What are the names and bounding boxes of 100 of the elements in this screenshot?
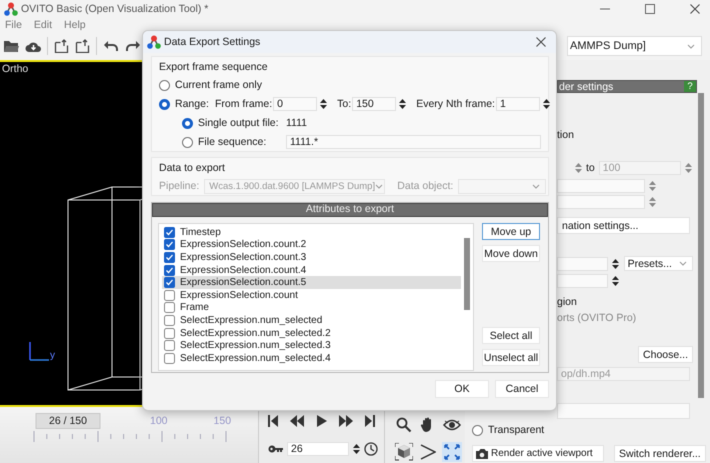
radio-button[interactable] [182, 136, 193, 148]
checkbox[interactable] [164, 302, 175, 314]
checkbox[interactable] [164, 252, 175, 263]
list-item[interactable]: SelectExpression.num_selected.2 [162, 326, 461, 340]
radio-button[interactable] [182, 118, 193, 128]
switch-renderer-button[interactable]: Switch renderer... [614, 445, 706, 462]
from-frame-field[interactable]: 0 [273, 97, 318, 111]
tick-label: 150 [214, 415, 232, 427]
list-button[interactable]: Move down [482, 245, 540, 262]
list-item[interactable]: SelectExpression.num_selected.3 [162, 339, 461, 352]
cloud-download-icon[interactable] [25, 40, 41, 52]
text-field[interactable] [557, 256, 608, 270]
spin-buttons[interactable] [542, 98, 550, 110]
list-button[interactable]: Select all [482, 327, 540, 344]
to-frame-field[interactable]: 150 [352, 97, 396, 111]
radio-option[interactable]: File sequence: [182, 136, 286, 148]
play-icon[interactable] [316, 414, 327, 426]
spin-buttons[interactable] [612, 275, 619, 287]
option-note: orts (OVITO Pro) [557, 312, 636, 324]
tick-label: 100 [150, 415, 168, 427]
radio-option[interactable]: Current frame only [159, 79, 262, 91]
text-field[interactable] [557, 195, 645, 209]
animation-settings-button[interactable]: nation settings... [557, 217, 690, 234]
spin-buttons[interactable] [612, 258, 619, 270]
checkbox[interactable] [164, 239, 175, 250]
fast-forward-icon[interactable] [339, 414, 353, 426]
first-frame-icon[interactable] [268, 414, 278, 426]
maximize-viewport-icon[interactable] [442, 442, 462, 462]
rewind-icon[interactable] [290, 414, 304, 426]
menu-item[interactable]: File [5, 18, 22, 30]
perspective-icon[interactable] [420, 444, 436, 460]
list-item[interactable]: ExpressionSelection.count.3 [162, 251, 461, 264]
list-item[interactable]: ExpressionSelection.count.2 [162, 238, 461, 252]
close-icon[interactable] [536, 37, 546, 47]
text-field[interactable] [557, 403, 690, 419]
spin-buttons[interactable] [353, 442, 360, 454]
viewport-caption[interactable]: Ortho [2, 63, 28, 75]
menu-item[interactable]: Edit [34, 18, 52, 30]
last-frame-icon[interactable] [365, 414, 375, 426]
chevron-down-icon [532, 184, 540, 188]
frame-field[interactable]: 26 [287, 442, 349, 456]
radio-button[interactable] [159, 98, 170, 110]
radio-button[interactable] [472, 424, 483, 436]
list-item[interactable]: SelectExpression.num_selected [162, 314, 461, 327]
group-title: Export frame sequence [159, 61, 269, 73]
list-item[interactable]: SelectExpression.num_selected.4 [162, 352, 461, 365]
file-name: 1111 [286, 117, 308, 129]
folder-icon[interactable] [3, 39, 19, 53]
section-label: tion [557, 129, 574, 141]
spin-buttons[interactable] [399, 98, 406, 110]
checkbox[interactable] [164, 314, 175, 326]
nth-frame-field[interactable]: 1 [496, 97, 540, 111]
render-button[interactable]: Render active viewport [472, 445, 604, 462]
checkbox[interactable] [164, 290, 175, 301]
redo-icon[interactable] [125, 40, 141, 52]
list-item[interactable]: ExpressionSelection.count [162, 288, 461, 302]
checkbox[interactable] [164, 352, 175, 364]
pipeline-dropdown[interactable]: AMMPS Dump] [567, 36, 702, 56]
camera-icon [476, 448, 488, 459]
checkbox[interactable] [164, 226, 175, 238]
timeline-thumb[interactable]: 26 / 150 [36, 413, 101, 429]
list-item[interactable]: ExpressionSelection.count.5 [162, 276, 461, 289]
key-icon[interactable] [268, 444, 283, 454]
checkbox[interactable] [164, 277, 175, 288]
search-icon[interactable] [396, 416, 412, 432]
scrollbar[interactable] [698, 93, 704, 398]
list-button[interactable]: Move up [482, 223, 540, 240]
list-item[interactable]: Frame [162, 302, 461, 314]
radio-button[interactable] [159, 80, 170, 90]
spin-buttons[interactable] [320, 98, 328, 110]
radio-option[interactable]: Range: [159, 98, 215, 110]
app-logo-icon [147, 35, 161, 49]
option-label: gion [557, 296, 577, 308]
checkbox[interactable] [164, 328, 175, 339]
dialog-title: Data Export Settings [164, 36, 260, 48]
menu-item[interactable]: Help [64, 18, 86, 30]
undo-icon[interactable] [103, 40, 119, 52]
radio-option[interactable]: Single output file: [182, 117, 286, 129]
cube-icon[interactable] [395, 442, 413, 460]
close-icon[interactable] [690, 4, 700, 14]
transparent-option[interactable]: Transparent [472, 424, 710, 436]
text-field[interactable] [557, 274, 608, 288]
export-icon[interactable] [54, 39, 69, 53]
checkbox[interactable] [164, 264, 175, 276]
maximize-icon[interactable] [645, 4, 655, 14]
list-button[interactable]: Unselect all [482, 349, 540, 366]
clock-icon[interactable] [364, 442, 378, 456]
file-pattern-field[interactable]: 1111.* [286, 135, 541, 149]
choose-button[interactable]: Choose... [638, 346, 693, 363]
help-button[interactable]: ? [684, 81, 696, 92]
cancel-button[interactable]: Cancel [495, 380, 549, 398]
eye-icon[interactable] [443, 418, 461, 432]
scrollbar[interactable] [464, 238, 470, 310]
presets-dropdown[interactable]: Presets... [624, 256, 693, 271]
list-item[interactable]: ExpressionSelection.count.4 [162, 264, 461, 276]
text-field[interactable] [557, 179, 645, 193]
checkbox[interactable] [164, 340, 175, 352]
list-item[interactable]: Timestep [162, 226, 461, 239]
ok-button[interactable]: OK [435, 380, 489, 398]
export-icon[interactable] [75, 39, 90, 53]
